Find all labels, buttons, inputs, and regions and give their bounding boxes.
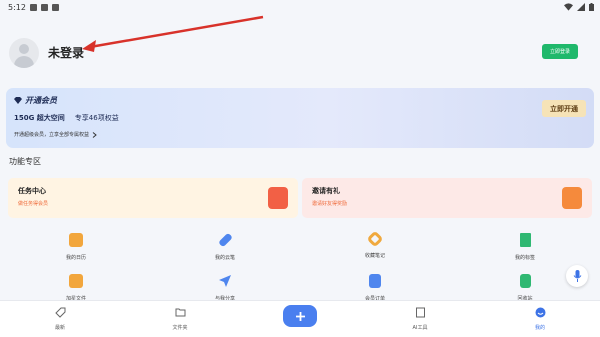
nav-item-ai-tools[interactable]: AI工具 — [395, 307, 445, 331]
plus-icon — [295, 311, 305, 321]
nav-item-profile[interactable]: 我的 — [515, 307, 565, 331]
vip-title: 开通会员 — [25, 96, 57, 105]
share-icon — [219, 275, 231, 287]
vip-subtitle: 开通超级会员，立享全部专属权益 — [14, 132, 90, 138]
vip-card[interactable]: 开通会员 150G 超大空间 专享46项权益 开通超级会员，立享全部专属权益 立… — [6, 88, 594, 148]
invite-card[interactable]: 邀请有礼 邀请好友得奖励 — [302, 178, 592, 218]
profile-icon — [535, 307, 545, 318]
grid-item-favorites[interactable]: 收藏笔记 — [345, 230, 405, 259]
avatar[interactable] — [9, 38, 39, 68]
chevron-right-icon — [92, 131, 97, 138]
microphone-icon — [573, 270, 581, 282]
status-time: 5:12 — [8, 3, 26, 12]
vip-benefits: 专享46项权益 — [74, 114, 119, 122]
login-status-title[interactable]: 未登录 — [48, 44, 84, 61]
order-icon — [369, 274, 381, 288]
link-icon — [366, 230, 384, 248]
gift-icon — [562, 187, 582, 209]
invite-card-subtitle: 邀请好友得奖励 — [312, 201, 348, 207]
notification-icon-3 — [52, 4, 59, 11]
task-red-envelope-icon — [268, 187, 288, 209]
notification-icon — [30, 4, 37, 11]
vip-storage: 150G 超大空间 — [14, 114, 65, 122]
grid-item-cloud-pen[interactable]: 我的云笔 — [195, 232, 255, 261]
trash-icon — [519, 274, 531, 288]
grid-item-vip-orders[interactable]: 会员订单 — [345, 274, 405, 302]
task-card-subtitle: 做任务得会员 — [18, 201, 49, 207]
grid-item-recycle-bin[interactable]: 回收站 — [495, 274, 555, 302]
grid-item-shared-with-me[interactable]: 与我分享 — [195, 274, 255, 302]
tag-icon — [54, 307, 65, 318]
signal-icon — [577, 3, 585, 11]
calendar-icon — [69, 233, 83, 247]
folder-icon — [175, 308, 185, 317]
annotation-arrow — [82, 15, 264, 52]
add-button[interactable] — [283, 305, 317, 327]
invite-card-title: 邀请有礼 — [312, 187, 340, 195]
task-center-card[interactable]: 任务中心 做任务得会员 — [8, 178, 298, 218]
nav-item-folders[interactable]: 文件夹 — [155, 307, 205, 331]
grid-item-tags[interactable]: 我的标签 — [495, 233, 555, 261]
voice-input-button[interactable] — [566, 265, 588, 287]
bookmark-icon — [519, 233, 531, 247]
nav-item-latest[interactable]: 最新 — [35, 307, 85, 331]
wifi-icon — [564, 3, 573, 11]
ai-tool-icon — [415, 307, 425, 318]
pen-icon — [217, 232, 233, 248]
section-title: 功能专区 — [9, 157, 41, 166]
notification-icon-2 — [41, 4, 48, 11]
grid-item-starred-files[interactable]: 加星文件 — [46, 274, 106, 302]
grid-item-calendar[interactable]: 我的日历 — [46, 233, 106, 261]
star-folder-icon — [69, 274, 83, 288]
vip-open-button[interactable]: 立即开通 — [542, 100, 586, 117]
task-card-title: 任务中心 — [18, 187, 46, 195]
login-button[interactable]: 立即登录 — [542, 44, 578, 59]
battery-icon — [589, 3, 594, 11]
diamond-icon — [14, 97, 22, 104]
